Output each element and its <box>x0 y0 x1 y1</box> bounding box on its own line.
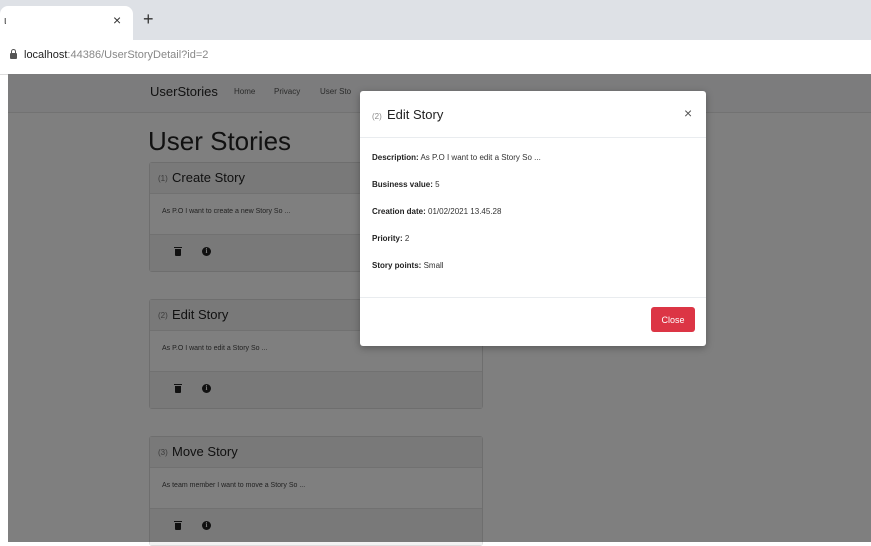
field-label: Description: <box>372 153 419 162</box>
field-label: Story points: <box>372 261 422 270</box>
field-value: 5 <box>435 180 440 189</box>
modal-title: Edit Story <box>387 107 444 122</box>
url-path: :44386/UserStoryDetail?id=2 <box>67 49 209 61</box>
browser-tab-bar: ι × + <box>0 0 871 40</box>
tab-title: ι <box>4 15 7 27</box>
close-button[interactable]: Close <box>651 307 695 332</box>
field-label: Creation date: <box>372 207 426 216</box>
close-icon[interactable]: × <box>684 105 692 121</box>
edit-story-modal: (2) Edit Story × Description: As P.O I w… <box>360 91 706 346</box>
field-value: 01/02/2021 13.45.28 <box>428 207 502 216</box>
field-story-points: Story points: Small <box>372 261 444 270</box>
browser-tab[interactable]: ι × <box>0 6 133 40</box>
modal-header: (2) Edit Story × <box>360 91 706 138</box>
field-label: Business value: <box>372 180 433 189</box>
address-bar[interactable]: localhost:44386/UserStoryDetail?id=2 <box>0 40 871 75</box>
field-priority: Priority: 2 <box>372 234 409 243</box>
lock-icon <box>10 49 17 59</box>
modal-footer: Close <box>360 297 706 347</box>
field-value: 2 <box>404 234 410 243</box>
modal-story-number: (2) <box>372 112 382 121</box>
tab-close-icon[interactable]: × <box>113 12 121 28</box>
field-creation-date: Creation date: 01/02/2021 13.45.28 <box>372 207 501 216</box>
field-business-value: Business value: 5 <box>372 180 440 189</box>
field-value: Small <box>423 261 444 270</box>
field-value: As P.O I want to edit a Story So ... <box>420 153 541 162</box>
new-tab-icon[interactable]: + <box>143 9 154 30</box>
field-description: Description: As P.O I want to edit a Sto… <box>372 153 541 162</box>
url-text[interactable]: localhost:44386/UserStoryDetail?id=2 <box>24 49 208 61</box>
field-label: Priority: <box>372 234 403 243</box>
url-host: localhost <box>24 49 68 61</box>
